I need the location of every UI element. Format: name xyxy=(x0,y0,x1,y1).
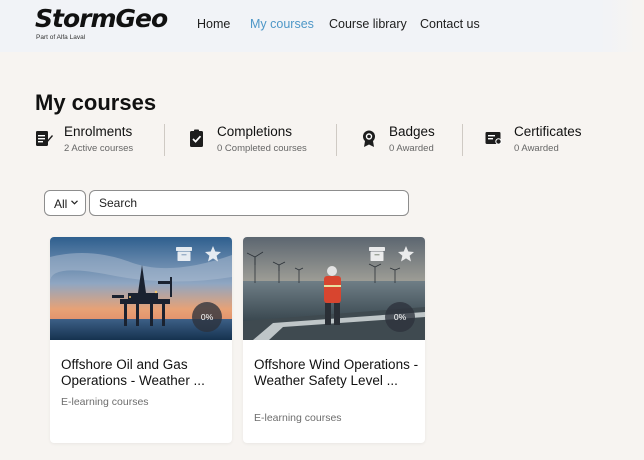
course-title[interactable]: Offshore Oil and Gas Operations - Weathe… xyxy=(61,357,226,389)
course-category: E-learning courses xyxy=(61,396,149,408)
stormgeo-logo[interactable]: StormGeo Part of Alfa Laval xyxy=(35,4,168,42)
progress-badge: 0% xyxy=(192,302,222,332)
page-title: My courses xyxy=(35,90,157,115)
header-fade xyxy=(600,0,644,52)
stat-label: Badges xyxy=(389,124,435,139)
stat-value: 0 Awarded xyxy=(514,143,559,154)
stat-value: 2 Active courses xyxy=(64,143,134,154)
enrolment-icon xyxy=(36,131,53,146)
nav-contact-us[interactable]: Contact us xyxy=(420,17,480,31)
completion-icon xyxy=(190,129,203,147)
logo-tagline: Part of Alfa Laval xyxy=(36,34,86,41)
course-title[interactable]: Offshore Wind Operations - Weather Safet… xyxy=(254,357,419,389)
archive-icon[interactable] xyxy=(368,246,386,262)
nav-home[interactable]: Home xyxy=(197,17,230,31)
stat-value: 0 Awarded xyxy=(389,143,434,154)
nav-course-library[interactable]: Course library xyxy=(329,17,407,31)
chevron-down-icon xyxy=(71,200,78,205)
course-card[interactable]: 0% Offshore Wind Operations - Weather Sa… xyxy=(243,237,425,443)
logo-wordmark: StormGeo xyxy=(35,4,168,33)
star-icon[interactable] xyxy=(204,245,222,263)
badge-icon xyxy=(363,130,375,147)
star-icon[interactable] xyxy=(397,245,415,263)
archive-icon[interactable] xyxy=(175,246,193,262)
top-navigation-bar: StormGeo Part of Alfa Laval Home My cour… xyxy=(0,0,644,52)
course-category: E-learning courses xyxy=(254,412,342,424)
stat-divider xyxy=(462,124,463,156)
stat-label: Enrolments xyxy=(64,124,133,139)
stat-value: 0 Completed courses xyxy=(217,143,307,154)
nav-my-courses[interactable]: My courses xyxy=(250,17,314,31)
course-card[interactable]: 0% Offshore Oil and Gas Operations - Wea… xyxy=(50,237,232,443)
stat-label: Certificates xyxy=(514,124,582,139)
filter-dropdown[interactable]: All xyxy=(44,190,86,216)
search-input[interactable] xyxy=(89,190,409,216)
stat-divider xyxy=(336,124,337,156)
progress-badge: 0% xyxy=(385,302,415,332)
stat-label: Completions xyxy=(217,124,293,139)
stat-divider xyxy=(164,124,165,156)
certificate-icon xyxy=(485,132,502,145)
filter-selected-value: All xyxy=(54,197,68,211)
